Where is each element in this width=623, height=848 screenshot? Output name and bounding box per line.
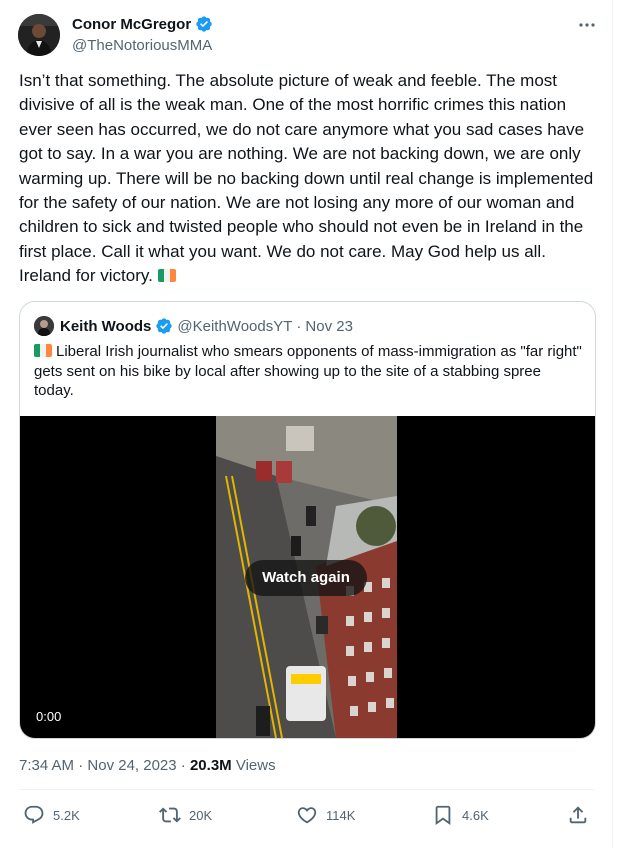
verified-badge-icon <box>196 16 212 32</box>
quote-separator: · <box>296 317 302 335</box>
views-count: 20.3M <box>189 757 232 774</box>
share-icon <box>569 806 587 824</box>
video-timecode: 0:00 <box>36 709 62 724</box>
meta-separator: · <box>78 757 84 774</box>
quote-author-name[interactable]: Keith Woods <box>60 318 151 335</box>
tweet-date[interactable]: Nov 24, 2023 <box>87 757 176 774</box>
meta-separator: · <box>180 757 186 774</box>
divider <box>19 789 594 790</box>
quote-author-handle[interactable]: @KeithWoodsYT <box>177 318 292 335</box>
verified-badge-icon <box>156 318 173 334</box>
tweet-time[interactable]: 7:34 AM <box>19 757 74 774</box>
action-bar: 5.2K 20K 114K 4.6K <box>0 800 612 836</box>
quoted-tweet[interactable]: Keith Woods @KeithWoodsYT · Nov 23 Liber… <box>19 301 596 739</box>
quote-author-avatar[interactable] <box>34 316 54 336</box>
bookmark-icon <box>435 805 451 826</box>
watch-again-button[interactable]: Watch again <box>245 560 367 596</box>
quote-text: Liberal Irish journalist who smears oppo… <box>34 342 584 401</box>
quote-date[interactable]: Nov 23 <box>305 318 353 335</box>
share-button[interactable] <box>567 804 589 826</box>
ireland-flag-icon <box>34 344 52 357</box>
reply-button[interactable]: 5.2K <box>23 804 80 826</box>
repost-button[interactable]: 20K <box>159 804 212 826</box>
tweet-body: Isn’t that something. The absolute pictu… <box>19 71 594 286</box>
author-name[interactable]: Conor McGregor <box>72 16 191 33</box>
heart-icon <box>297 807 317 824</box>
reply-icon <box>24 805 44 824</box>
tweet-text: Isn’t that something. The absolute pictu… <box>19 69 599 289</box>
repost-icon <box>159 807 181 823</box>
like-button[interactable]: 114K <box>296 804 355 826</box>
author-avatar[interactable] <box>18 14 60 56</box>
more-options-icon[interactable] <box>576 14 598 36</box>
tweet-meta: 7:34 AM · Nov 24, 2023 · 20.3M Views <box>19 757 276 774</box>
quote-body: Liberal Irish journalist who smears oppo… <box>34 343 582 399</box>
bookmark-button[interactable]: 4.6K <box>432 804 489 826</box>
author-handle[interactable]: @TheNotoriousMMA <box>72 37 212 54</box>
views-label: Views <box>235 757 276 774</box>
tweet-card: Conor McGregor @TheNotoriousMMA Isn’t th… <box>0 0 613 848</box>
reply-count: 5.2K <box>53 807 80 823</box>
bookmark-count: 4.6K <box>462 807 489 823</box>
ireland-flag-icon <box>157 269 176 283</box>
video-player[interactable]: Watch again 0:00 <box>20 416 595 738</box>
like-count: 114K <box>326 807 356 823</box>
repost-count: 20K <box>189 807 213 823</box>
